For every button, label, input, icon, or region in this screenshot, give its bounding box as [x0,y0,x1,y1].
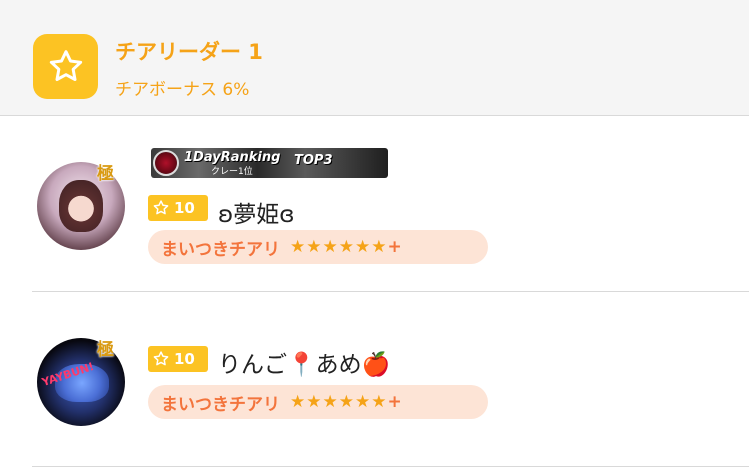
level-badge: 10 [148,195,208,221]
cheer-badge: まいつきチアリ ★★★★★★ + [148,230,488,264]
level-badge: 10 [148,346,208,372]
user-name[interactable]: りんご📍あめ🍎 [218,345,390,379]
cheer-bonus-text: チアボーナス 6% [115,80,250,100]
banner-title: 1DayRanking [184,150,281,165]
rose-emblem-icon [153,150,179,176]
cheer-rank-header: チアリーダー 1 チアボーナス 6% [0,0,749,116]
star-outline-icon [153,200,169,215]
user-list-item[interactable]: 極 1DayRanking クレー1位 TOP3 10 ʚ夢姫ɞ まいつきチアリ… [0,117,749,292]
star-outline-icon [49,49,82,81]
cheer-stars-icon: ★★★★★★ [290,237,388,257]
rank-title: チアリーダー 1 [115,40,263,64]
cheer-label: まいつきチアリ [161,394,280,415]
user-name[interactable]: ʚ夢姫ɞ [218,195,295,229]
banner-subtitle: クレー1位 [211,167,253,177]
user-list-item[interactable]: YAYBUN! 極 10 りんご📍あめ🍎 まいつきチアリ ★★★★★★ + [0,293,749,466]
kiwami-badge: 極 [97,164,114,184]
divider [32,466,749,467]
banner-top-label: TOP3 [294,153,333,168]
kiwami-badge: 極 [97,340,114,360]
star-outline-icon [153,351,169,366]
ranking-banner: 1DayRanking クレー1位 TOP3 [151,148,388,178]
level-value: 10 [174,199,195,217]
divider [32,291,749,292]
level-value: 10 [174,350,195,368]
star-rank-icon [33,34,98,99]
cheer-plus: + [387,392,402,412]
cheer-stars-icon: ★★★★★★ [290,392,388,412]
cheer-plus: + [387,237,402,257]
cheer-label: まいつきチアリ [161,239,280,260]
cheer-badge: まいつきチアリ ★★★★★★ + [148,385,488,419]
